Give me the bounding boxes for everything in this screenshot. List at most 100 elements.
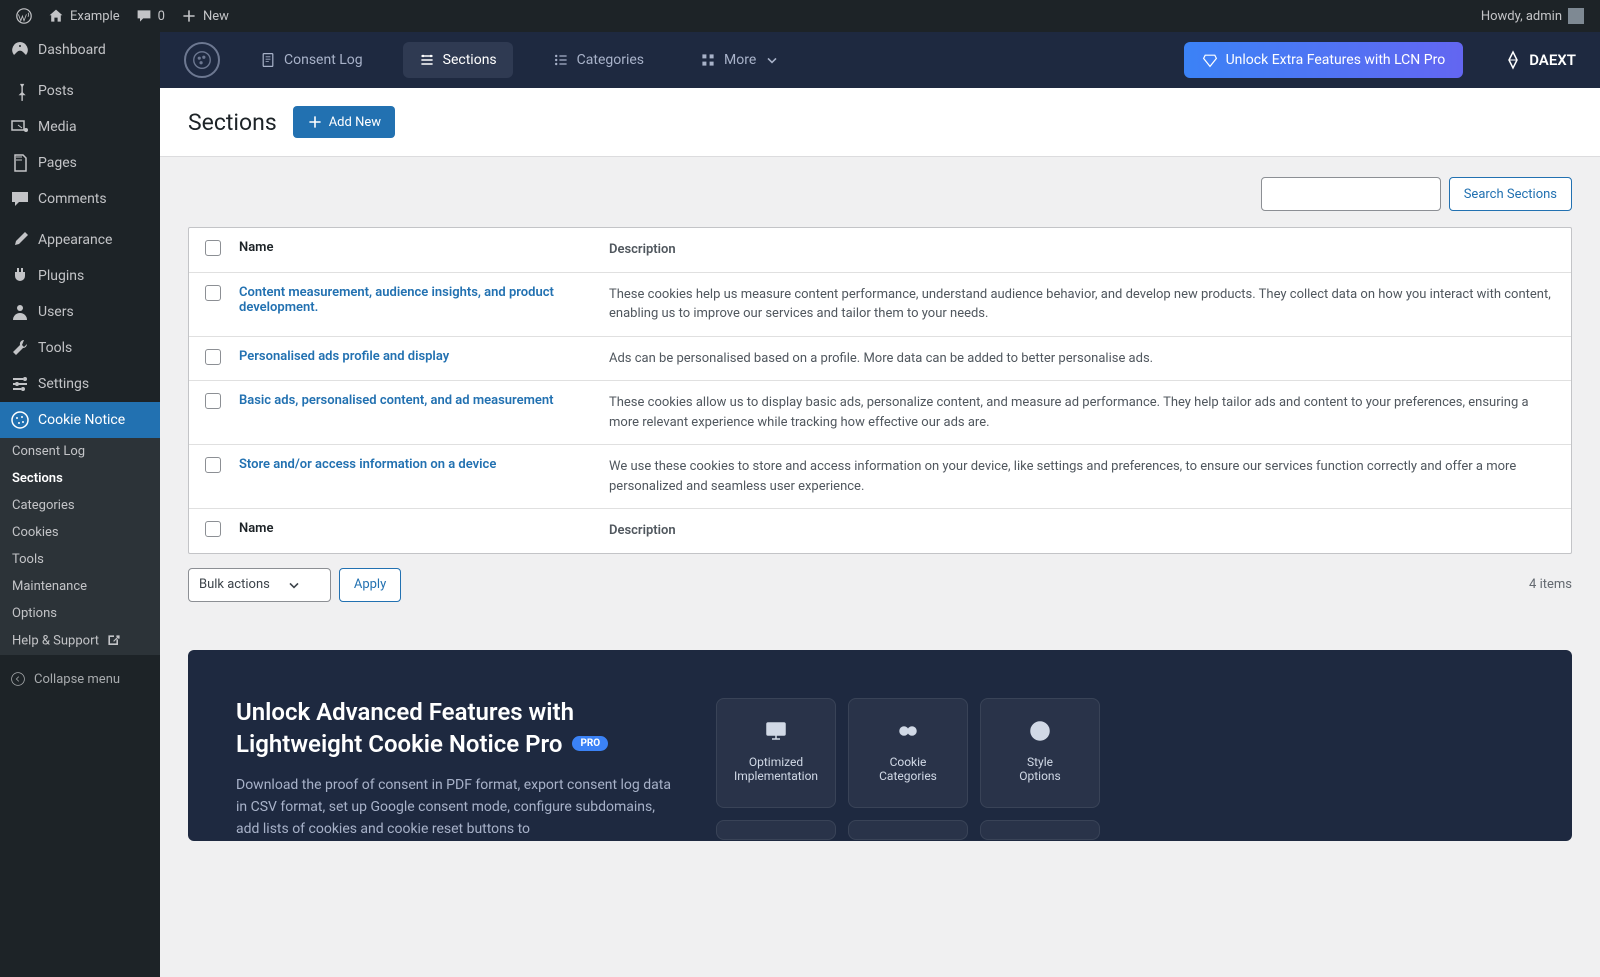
collapse-menu[interactable]: Collapse menu [0, 663, 160, 695]
howdy-text: Howdy, admin [1481, 9, 1562, 24]
submenu-help-support[interactable]: Help & Support [0, 627, 160, 655]
plugin-logo [184, 42, 220, 78]
wp-logo[interactable] [8, 0, 40, 32]
table-row: Personalised ads profile and display Ads… [189, 337, 1571, 382]
submenu-tools[interactable]: Tools [0, 546, 160, 573]
brand-link[interactable]: DAEXT [1503, 50, 1576, 70]
column-desc-header[interactable]: Description [609, 228, 1571, 272]
diamond-icon [1202, 52, 1218, 68]
unlock-pro-button[interactable]: Unlock Extra Features with LCN Pro [1184, 42, 1464, 78]
promo-title-2: Lightweight Cookie Notice Pro [236, 730, 562, 758]
promo-desc: Download the proof of consent in PDF for… [236, 774, 676, 841]
sidebar-item-pages[interactable]: Pages [0, 145, 160, 181]
tab-consent-log[interactable]: Consent Log [244, 42, 379, 78]
dashboard-icon [10, 40, 30, 60]
sidebar-item-appearance[interactable]: Appearance [0, 222, 160, 258]
chevron-down-icon [764, 52, 780, 68]
sidebar-item-media[interactable]: Media [0, 109, 160, 145]
row-name-link[interactable]: Personalised ads profile and display [239, 349, 449, 364]
promo-card-placeholder [848, 820, 968, 840]
table-row: Content measurement, audience insights, … [189, 273, 1571, 337]
page-header: Sections Add New [160, 88, 1600, 157]
pages-icon [10, 153, 30, 173]
row-name-link[interactable]: Basic ads, personalised content, and ad … [239, 393, 554, 408]
bulk-actions-select[interactable]: Bulk actions [188, 568, 331, 602]
tab-sections[interactable]: Sections [403, 42, 513, 78]
row-name-link[interactable]: Store and/or access information on a dev… [239, 457, 496, 472]
comment-icon [136, 8, 152, 24]
link-icon [896, 719, 920, 743]
promo-panel: Unlock Advanced Features with Lightweigh… [188, 650, 1572, 841]
list-icon [553, 52, 569, 68]
row-checkbox[interactable] [205, 285, 221, 301]
admin-bar: Example 0 New Howdy, admin [0, 0, 1600, 32]
search-button[interactable]: Search Sections [1449, 177, 1572, 211]
chevron-down-icon [286, 577, 302, 593]
sidebar-item-users[interactable]: Users [0, 294, 160, 330]
grid-icon [700, 52, 716, 68]
row-checkbox[interactable] [205, 349, 221, 365]
sidebar-item-posts[interactable]: Posts [0, 73, 160, 109]
row-name-link[interactable]: Content measurement, audience insights, … [239, 285, 554, 315]
home-icon [48, 8, 64, 24]
external-icon [106, 633, 122, 649]
main-content: Consent Log Sections Categories More Unl… [160, 32, 1600, 977]
submenu-maintenance[interactable]: Maintenance [0, 573, 160, 600]
promo-card-placeholder [980, 820, 1100, 840]
submenu-cookies[interactable]: Cookies [0, 519, 160, 546]
admin-sidebar: Dashboard Posts Media Pages Comments App… [0, 32, 160, 977]
select-all-checkbox-bottom[interactable] [205, 521, 221, 537]
column-name-footer[interactable]: Name [239, 509, 609, 553]
document-icon [260, 52, 276, 68]
column-desc-footer[interactable]: Description [609, 509, 1571, 553]
submenu-categories[interactable]: Categories [0, 492, 160, 519]
apply-button[interactable]: Apply [339, 568, 401, 602]
select-all-checkbox[interactable] [205, 240, 221, 256]
submenu-options[interactable]: Options [0, 600, 160, 627]
row-desc: We use these cookies to store and access… [609, 445, 1571, 508]
howdy-link[interactable]: Howdy, admin [1473, 0, 1592, 32]
page-title: Sections [188, 109, 277, 136]
promo-card: StyleOptions [980, 698, 1100, 808]
sidebar-item-cookie-notice[interactable]: Cookie Notice [0, 402, 160, 438]
row-desc: Ads can be personalised based on a profi… [609, 337, 1571, 381]
comments-link[interactable]: 0 [128, 0, 173, 32]
column-name-header[interactable]: Name [239, 228, 609, 272]
promo-title-1: Unlock Advanced Features with [236, 698, 676, 726]
sections-icon [419, 52, 435, 68]
collapse-icon [10, 671, 26, 687]
sidebar-item-dashboard[interactable]: Dashboard [0, 32, 160, 68]
sidebar-item-comments[interactable]: Comments [0, 181, 160, 217]
palette-icon [1028, 719, 1052, 743]
site-link[interactable]: Example [40, 0, 128, 32]
promo-card-placeholder [716, 820, 836, 840]
sidebar-item-settings[interactable]: Settings [0, 366, 160, 402]
sidebar-item-plugins[interactable]: Plugins [0, 258, 160, 294]
new-link[interactable]: New [173, 0, 237, 32]
submenu-consent-log[interactable]: Consent Log [0, 438, 160, 465]
sliders-icon [10, 374, 30, 394]
sections-table: Name Description Content measurement, au… [188, 227, 1572, 554]
search-input[interactable] [1261, 177, 1441, 211]
plug-icon [10, 266, 30, 286]
promo-card: OptimizedImplementation [716, 698, 836, 808]
daext-icon [1503, 50, 1523, 70]
wrench-icon [10, 338, 30, 358]
user-icon [10, 302, 30, 322]
row-checkbox[interactable] [205, 393, 221, 409]
tab-more[interactable]: More [684, 42, 796, 78]
submenu-sections[interactable]: Sections [0, 465, 160, 492]
plugin-tabs: Consent Log Sections Categories More Unl… [160, 32, 1600, 88]
cookie-icon [10, 410, 30, 430]
row-checkbox[interactable] [205, 457, 221, 473]
brush-icon [10, 230, 30, 250]
media-icon [10, 117, 30, 137]
sidebar-item-tools[interactable]: Tools [0, 330, 160, 366]
item-count: 4 items [1529, 577, 1572, 592]
cookie-logo-icon [191, 49, 213, 71]
site-name: Example [70, 9, 120, 24]
promo-card: CookieCategories [848, 698, 968, 808]
pro-badge: PRO [572, 736, 608, 751]
add-new-button[interactable]: Add New [293, 106, 395, 138]
tab-categories[interactable]: Categories [537, 42, 660, 78]
